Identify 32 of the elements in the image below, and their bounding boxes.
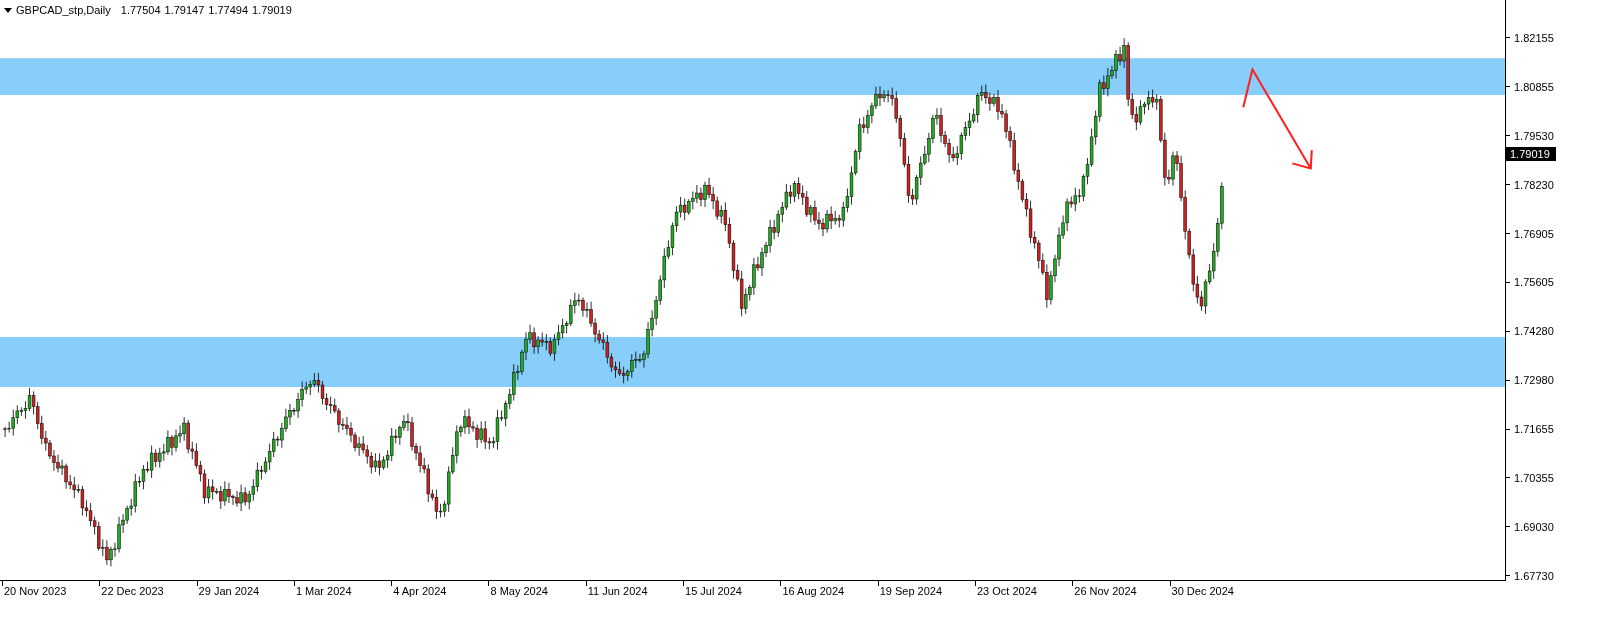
price-label: 1.70355 — [1514, 471, 1554, 484]
price-label: 1.67730 — [1514, 569, 1554, 582]
date-label: 19 Sep 2024 — [879, 585, 943, 597]
date-label: 22 Dec 2023 — [101, 585, 164, 597]
price-value: 1.79019 — [252, 4, 292, 16]
date-label: 20 Nov 2023 — [4, 585, 67, 597]
date-label: 11 Jun 2024 — [587, 585, 648, 597]
date-label: 16 Aug 2024 — [782, 585, 845, 597]
date-label: 26 Nov 2024 — [1074, 585, 1137, 597]
price-label: 1.76905 — [1514, 227, 1554, 240]
date-label: 4 Apr 2024 — [393, 585, 447, 597]
price-label: 1.82155 — [1514, 31, 1554, 44]
price-label: 1.80855 — [1514, 80, 1554, 93]
price-value: 1.79147 — [164, 4, 205, 16]
date-label: 8 May 2024 — [490, 585, 548, 597]
date-label: 23 Oct 2024 — [976, 585, 1037, 597]
caret-icon[interactable] — [4, 7, 12, 13]
current-price-label: 1.79019 — [1506, 147, 1556, 161]
date-label: 29 Jan 2024 — [198, 585, 260, 597]
price-label: 1.78230 — [1514, 178, 1554, 191]
symbol-label: GBPCAD_stp,Daily — [16, 4, 111, 16]
price-label: 1.71655 — [1514, 423, 1554, 436]
price-value: 1.77504 — [120, 4, 161, 16]
price-label: 1.69030 — [1514, 520, 1554, 533]
price-label: 1.75605 — [1514, 276, 1554, 289]
date-label: 1 Mar 2024 — [295, 585, 352, 597]
price-label: 1.72980 — [1514, 374, 1554, 387]
price-label: 1.79530 — [1514, 129, 1554, 142]
date-label: 15 Jul 2024 — [685, 585, 742, 597]
date-label: 30 Dec 2024 — [1171, 585, 1234, 597]
price-value: 1.77494 — [208, 4, 249, 16]
price-label: 1.74280 — [1514, 325, 1554, 338]
